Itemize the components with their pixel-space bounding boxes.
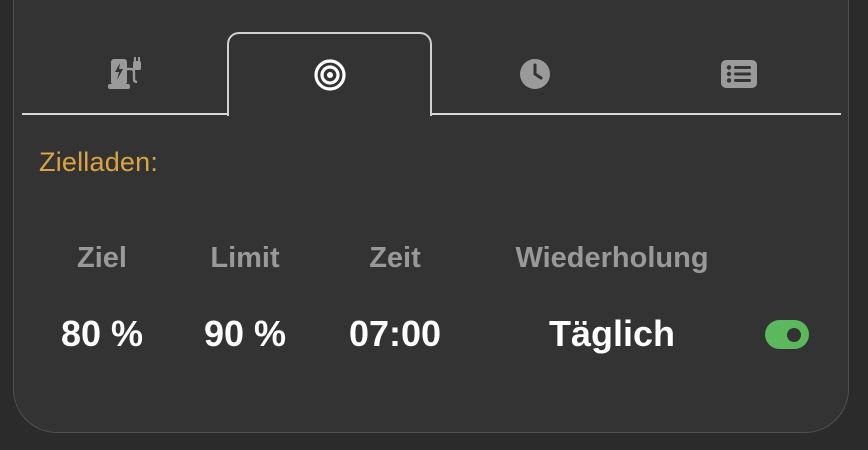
target-label: Ziel (77, 242, 127, 274)
tab-target-charging[interactable] (227, 32, 432, 116)
list-icon (720, 59, 758, 89)
tab-bar (22, 32, 841, 116)
toggle-knob (787, 328, 801, 342)
tab-schedule[interactable] (432, 32, 637, 115)
repeat-value: Täglich (548, 313, 676, 354)
time-value: 07:00 (348, 313, 442, 354)
limit-label: Limit (210, 242, 280, 274)
target-value: 80 % (60, 313, 144, 354)
time-label: Zeit (369, 242, 421, 274)
plan-enabled-toggle[interactable] (765, 320, 809, 349)
limit-value: 90 % (203, 313, 287, 354)
tab-charging[interactable] (22, 32, 227, 115)
clock-icon (518, 57, 552, 91)
tab-list[interactable] (637, 32, 841, 115)
repeat-label: Wiederholung (515, 242, 709, 274)
section-heading: Zielladen: (39, 147, 159, 177)
target-icon (313, 58, 347, 92)
ev-charger-icon (107, 56, 143, 91)
